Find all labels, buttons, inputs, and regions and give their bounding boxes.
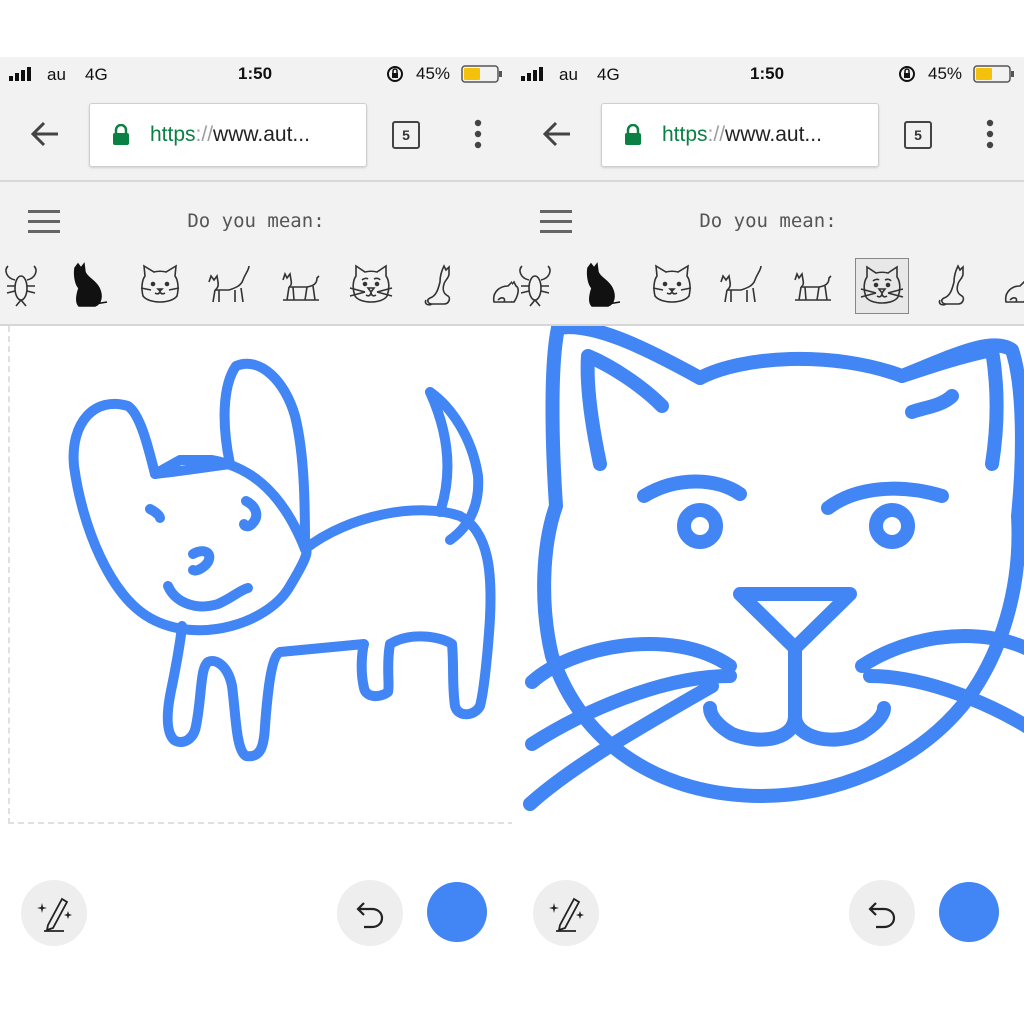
overflow-menu-icon[interactable] <box>985 118 995 150</box>
url-bar[interactable]: https://www.aut... <box>89 103 367 167</box>
suggestion-cat-face-whiskers-selected[interactable] <box>855 258 909 314</box>
suggestion-cat-face[interactable] <box>649 262 695 308</box>
battery-icon <box>461 65 502 83</box>
color-picker-dot[interactable] <box>939 882 999 942</box>
url-text: https://www.aut... <box>150 123 310 146</box>
status-bar: au 4G 1:50 45% <box>0 57 512 91</box>
suggestion-cat-silhouette[interactable] <box>578 262 624 308</box>
browser-toolbar: https://www.aut... 5 <box>0 91 512 182</box>
carrier-label: au <box>559 65 578 84</box>
signal-bars-icon <box>521 67 543 81</box>
suggestion-cat-face[interactable] <box>137 262 183 308</box>
suggestion-cat-curled[interactable] <box>490 262 512 308</box>
suggestion-cat-face-whiskers[interactable] <box>348 262 394 308</box>
clock: 1:50 <box>238 64 273 83</box>
right-screen: au 4G 1:50 45% https://www.aut... 5 Do y… <box>512 0 1024 1024</box>
back-arrow-icon[interactable] <box>540 118 574 150</box>
clock: 1:50 <box>750 64 785 83</box>
network-label: 4G <box>85 65 108 84</box>
carrier-label: au <box>47 65 66 84</box>
autodraw-result-cat[interactable] <box>512 326 1024 822</box>
suggestion-cat-silhouette[interactable] <box>65 262 111 308</box>
suggestion-walking-cat[interactable] <box>717 262 763 308</box>
left-screen: au 4G 1:50 45% https://www.aut... 5 Do y… <box>0 0 512 1024</box>
padlock-icon <box>113 124 129 145</box>
do-you-mean-label: Do you mean: <box>699 210 837 232</box>
user-sketch <box>68 359 496 762</box>
battery-icon <box>973 65 1014 83</box>
url-text: https://www.aut... <box>662 123 822 146</box>
overflow-menu-icon[interactable] <box>473 118 483 150</box>
padlock-icon <box>625 124 641 145</box>
suggestion-cat-small[interactable] <box>277 262 323 308</box>
suggestion-cat-curled[interactable] <box>1002 262 1024 308</box>
undo-button[interactable] <box>849 880 915 946</box>
undo-icon <box>868 902 896 929</box>
network-label: 4G <box>597 65 620 84</box>
suggestion-lobster[interactable] <box>512 262 558 308</box>
url-bar[interactable]: https://www.aut... <box>601 103 879 167</box>
suggestion-cat-small[interactable] <box>789 262 835 308</box>
autodraw-button[interactable] <box>21 880 87 946</box>
do-you-mean-label: Do you mean: <box>187 210 325 232</box>
suggestion-lobster[interactable] <box>0 262 44 308</box>
suggestion-sitting-cat[interactable] <box>932 262 978 308</box>
status-bar: au 4G 1:50 45% <box>512 57 1024 91</box>
signal-bars-icon <box>9 67 31 81</box>
battery-percent: 45% <box>928 64 963 83</box>
tab-switcher-icon[interactable]: 5 <box>392 121 420 149</box>
autodraw-button[interactable] <box>533 880 599 946</box>
battery-percent: 45% <box>416 64 451 83</box>
suggestion-sitting-cat[interactable] <box>418 262 464 308</box>
autodraw-pencil-sparkle-icon <box>549 897 584 932</box>
undo-icon <box>356 902 384 929</box>
browser-toolbar: https://www.aut... 5 <box>512 91 1024 182</box>
undo-button[interactable] <box>337 880 403 946</box>
color-picker-dot[interactable] <box>427 882 487 942</box>
rotation-lock-icon <box>387 66 403 82</box>
tab-switcher-icon[interactable]: 5 <box>904 121 932 149</box>
back-arrow-icon[interactable] <box>28 118 62 150</box>
suggestion-walking-cat[interactable] <box>205 262 251 308</box>
autodraw-pencil-sparkle-icon <box>37 897 72 932</box>
rotation-lock-icon <box>899 66 915 82</box>
